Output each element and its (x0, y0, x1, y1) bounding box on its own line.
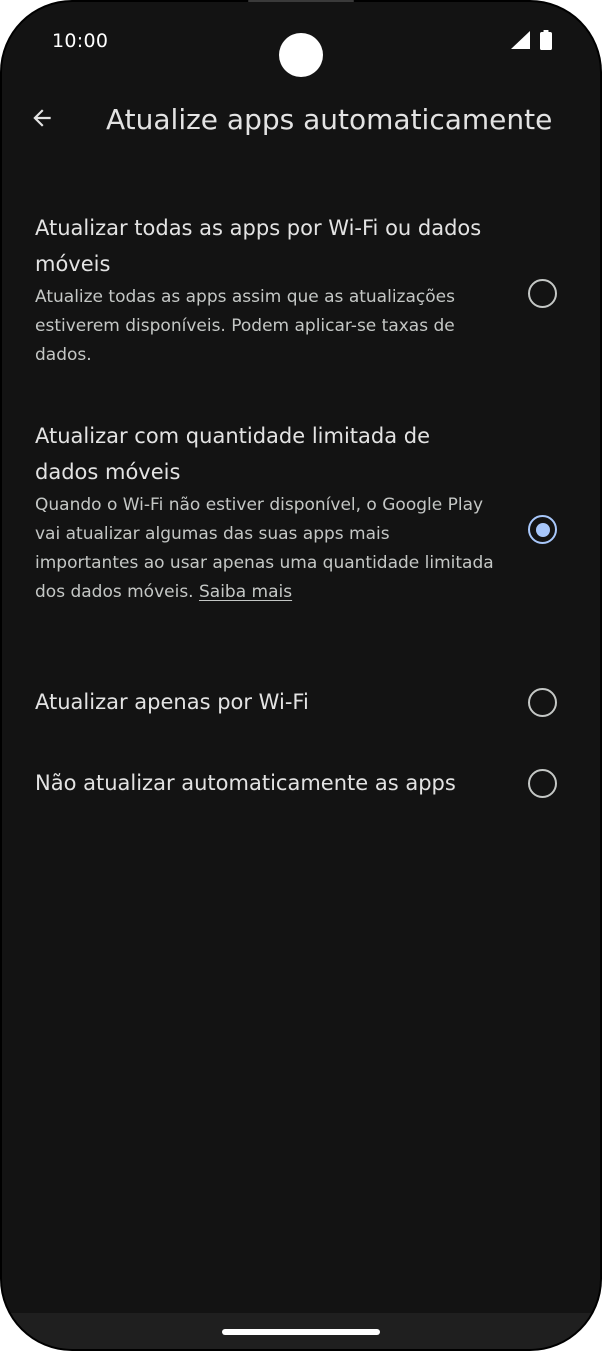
front-camera (279, 33, 323, 77)
option-text: Não atualizar automaticamente as apps (35, 765, 495, 801)
radio-update-limited-mobile[interactable] (528, 515, 557, 544)
signal-icon (511, 31, 531, 49)
status-time: 10:00 (52, 30, 109, 52)
option-update-wifi-or-mobile[interactable]: Atualizar todas as apps por Wi-Fi ou dad… (2, 206, 600, 386)
option-text: Atualizar apenas por Wi-Fi (35, 684, 495, 720)
page-title: Atualize apps automaticamente (106, 103, 553, 136)
option-text: Atualizar todas as apps por Wi-Fi ou dad… (35, 210, 495, 370)
option-description: Quando o Wi-Fi não estiver disponível, o… (35, 491, 495, 607)
option-title: Atualizar com quantidade limitada de dad… (35, 424, 431, 484)
radio-no-auto-update[interactable] (528, 769, 557, 798)
home-indicator[interactable] (222, 1329, 380, 1335)
back-button[interactable] (22, 100, 62, 140)
screen: 10:00 Atualize apps automaticamente Atua… (2, 2, 600, 1349)
phone-frame: 10:00 Atualize apps automaticamente Atua… (0, 0, 602, 1351)
option-update-wifi-only[interactable]: Atualizar apenas por Wi-Fi (2, 680, 600, 726)
option-title: Não atualizar automaticamente as apps (35, 771, 456, 795)
option-text: Atualizar com quantidade limitada de dad… (35, 418, 495, 607)
battery-icon (540, 30, 552, 50)
option-title: Atualizar todas as apps por Wi-Fi ou dad… (35, 216, 482, 276)
option-no-auto-update[interactable]: Não atualizar automaticamente as apps (2, 761, 600, 807)
option-title: Atualizar apenas por Wi-Fi (35, 690, 309, 714)
option-update-limited-mobile[interactable]: Atualizar com quantidade limitada de dad… (2, 414, 600, 650)
status-icons (511, 30, 552, 50)
radio-update-wifi-or-mobile[interactable] (528, 279, 557, 308)
radio-update-wifi-only[interactable] (528, 688, 557, 717)
option-description: Atualize todas as apps assim que as atua… (35, 287, 455, 365)
learn-more-link[interactable]: Saiba mais (199, 582, 292, 602)
arrow-back-icon (29, 105, 55, 136)
